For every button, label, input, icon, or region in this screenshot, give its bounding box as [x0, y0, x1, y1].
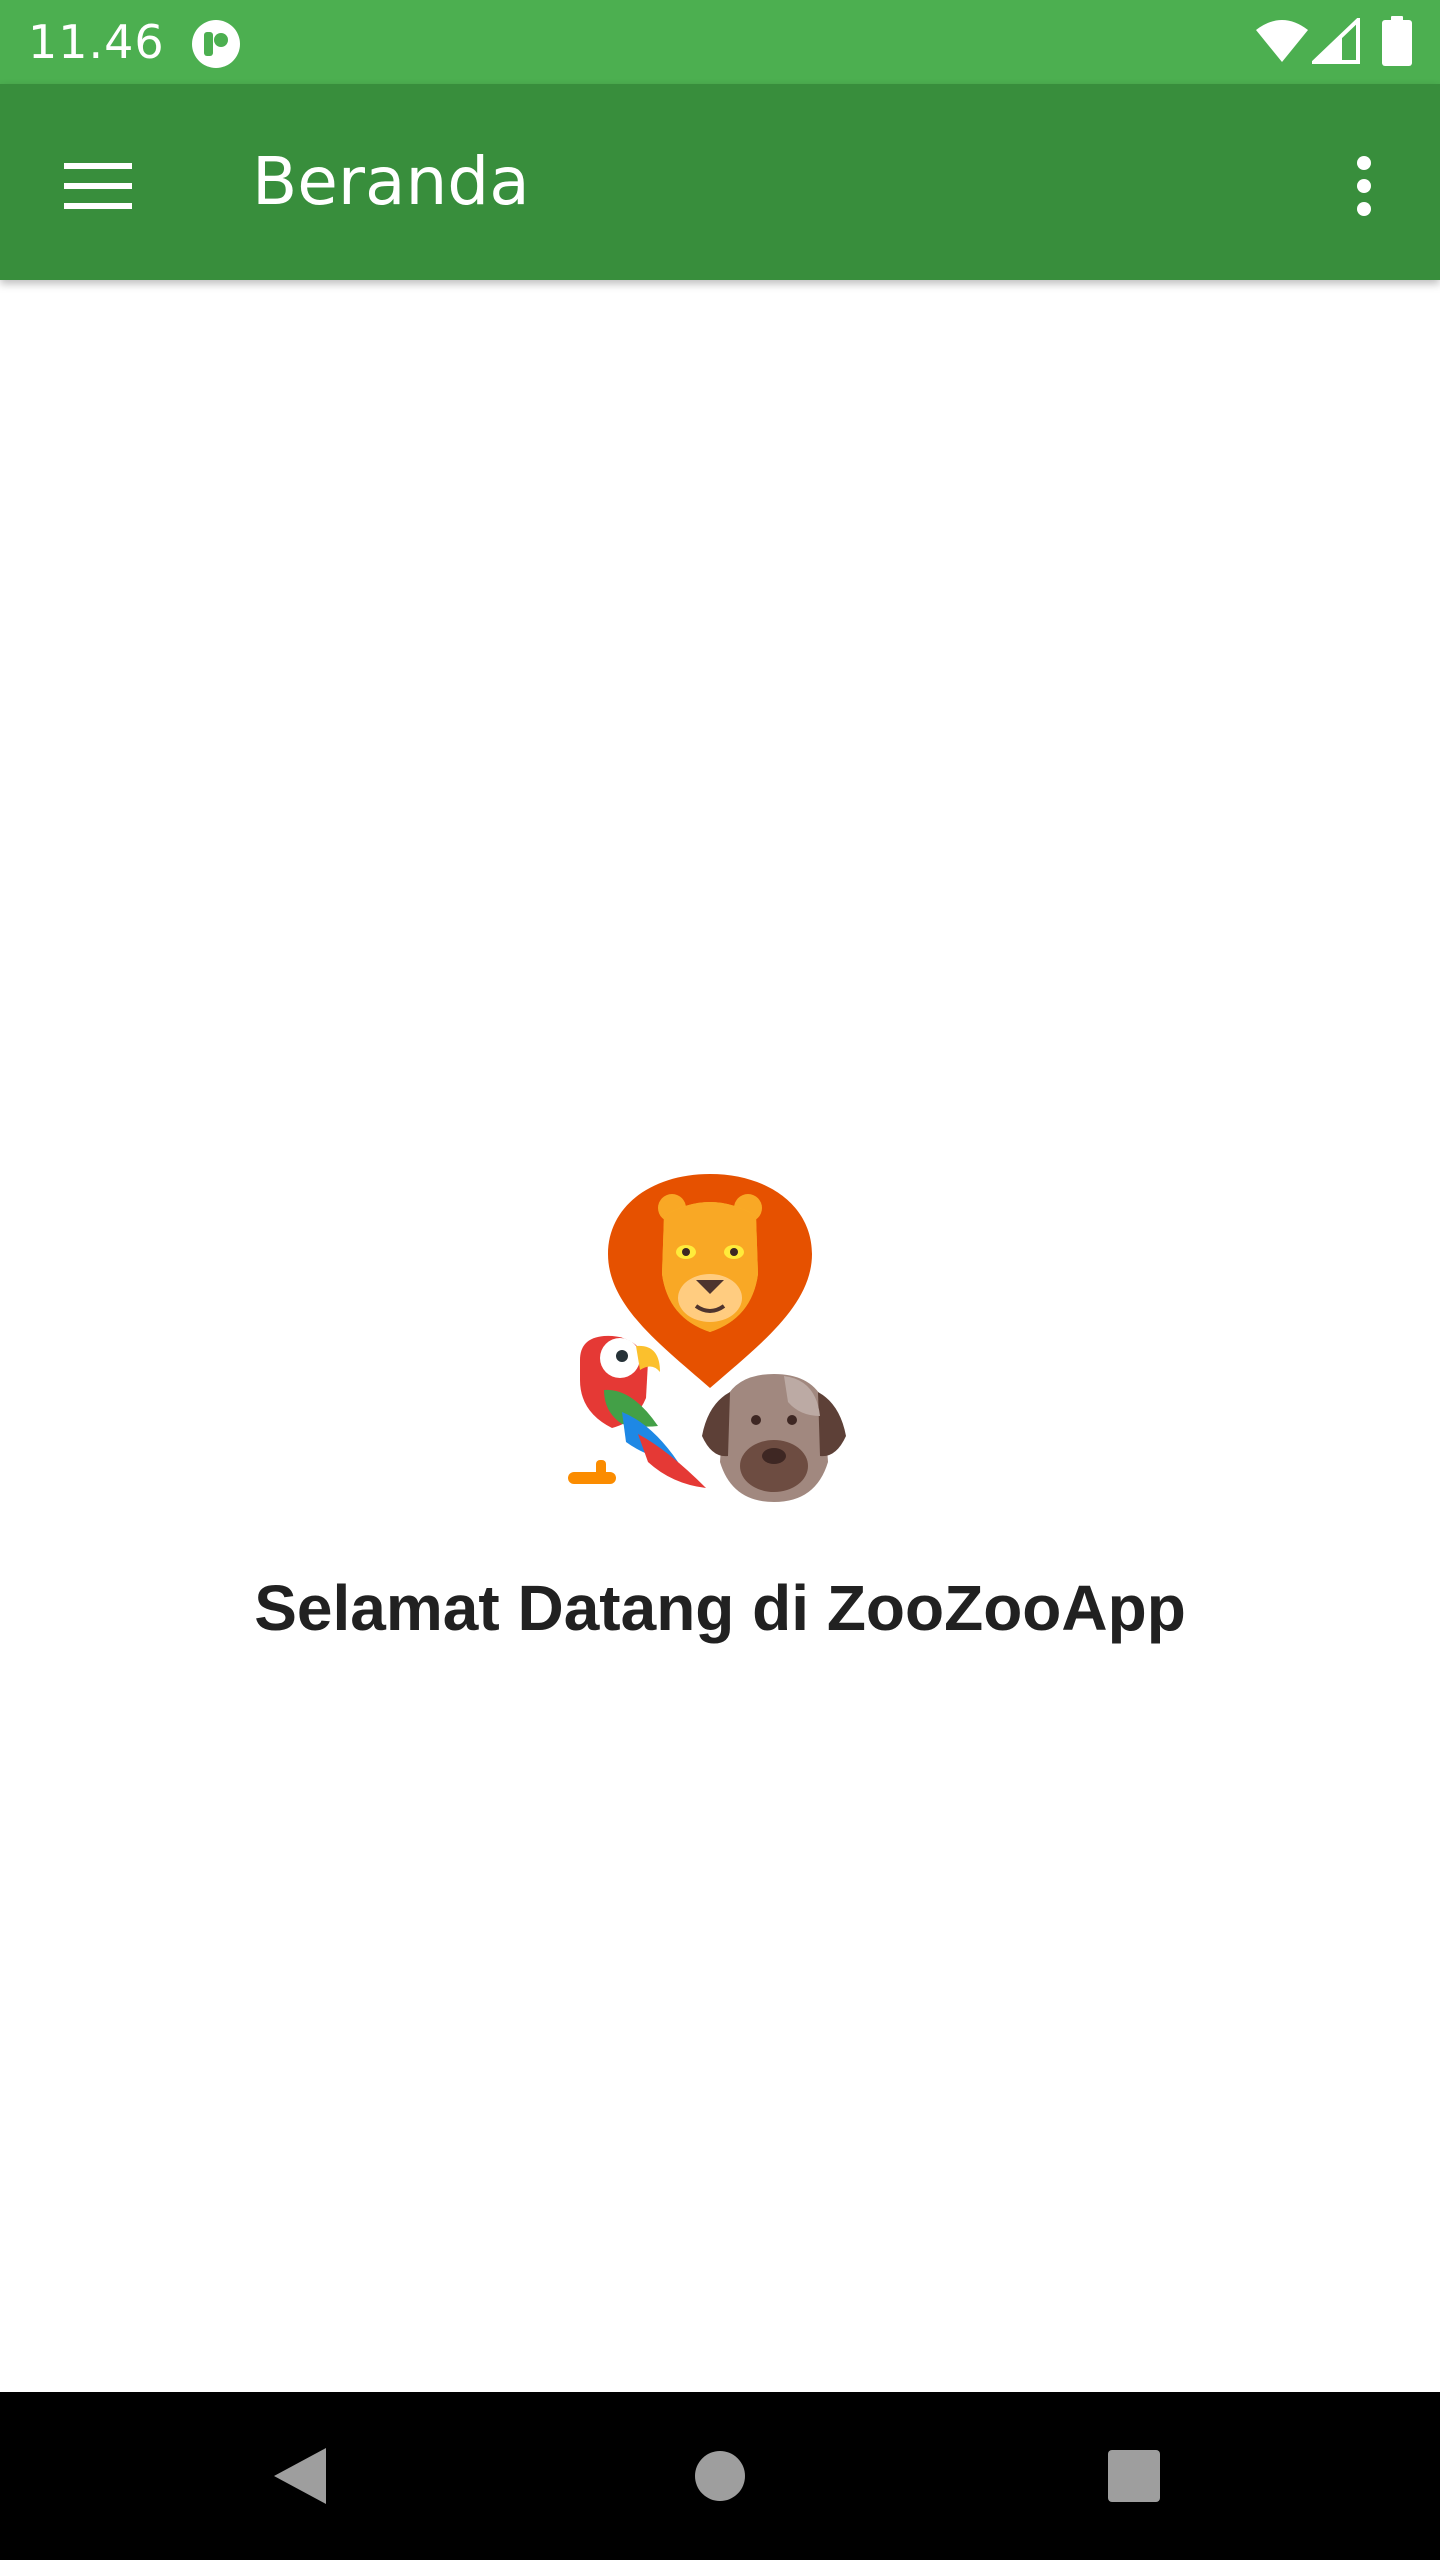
welcome-text: Selamat Datang di ZooZooApp — [254, 1572, 1186, 1644]
status-bar: 11.46 — [0, 0, 1440, 84]
menu-button[interactable] — [40, 138, 156, 234]
overflow-menu-button[interactable] — [1320, 136, 1408, 236]
signal-icon — [1312, 18, 1360, 64]
menu-icon — [64, 163, 132, 209]
dog-icon — [702, 1374, 846, 1502]
back-icon[interactable] — [270, 2444, 330, 2508]
wifi-icon — [1256, 20, 1308, 62]
app-notification-icon — [192, 20, 240, 68]
app-bar: Beranda — [0, 84, 1440, 280]
zoo-animals-logo — [568, 1174, 846, 1502]
page-title: Beranda — [252, 143, 530, 220]
status-time: 11.46 — [28, 15, 165, 69]
home-icon[interactable] — [694, 2450, 746, 2502]
battery-icon — [1382, 16, 1412, 66]
more-vert-icon — [1357, 156, 1371, 216]
recents-icon[interactable] — [1108, 2450, 1160, 2502]
